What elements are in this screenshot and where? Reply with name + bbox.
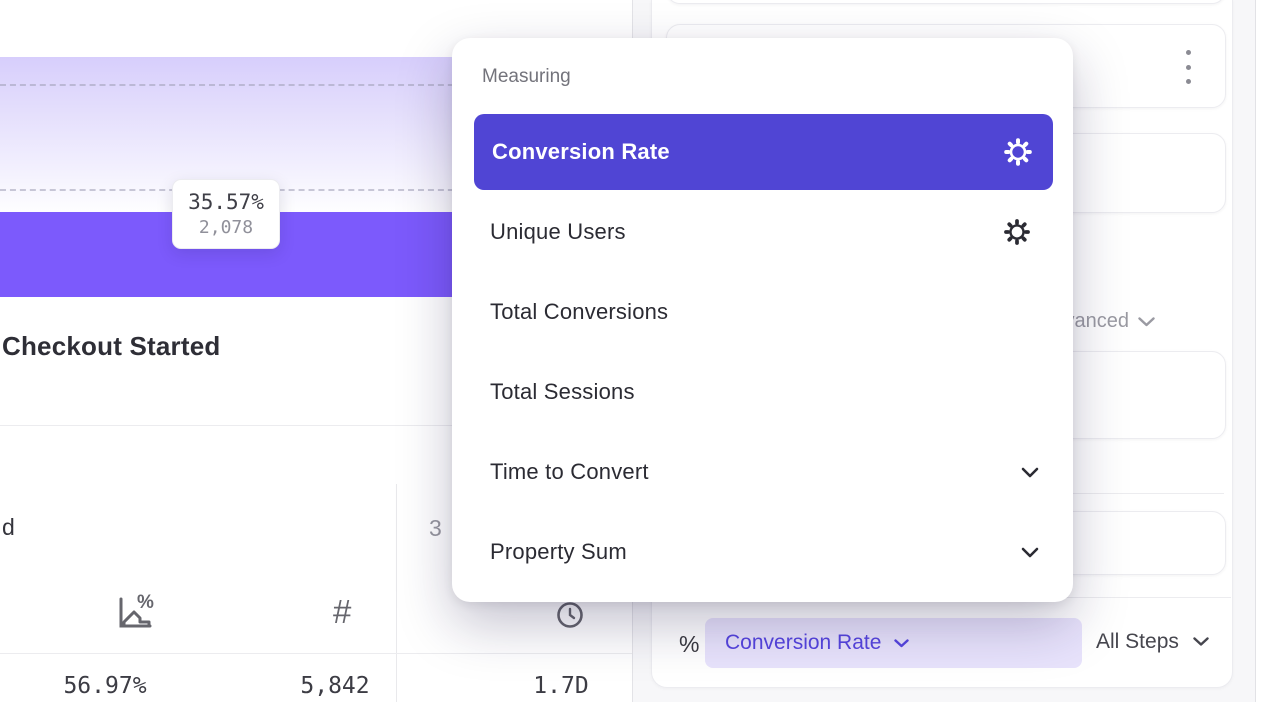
menu-item-label: Time to Convert <box>490 459 649 485</box>
svg-text:%: % <box>137 592 154 613</box>
menu-item-unique-users[interactable]: Unique Users <box>452 192 1073 272</box>
table-row-divider <box>0 653 633 654</box>
measuring-chip-label: Conversion Rate <box>725 631 881 655</box>
inspector-card-top <box>666 0 1226 4</box>
chevron-down-icon <box>894 639 909 648</box>
menu-item-time-to-convert[interactable]: Time to Convert <box>452 432 1073 512</box>
menu-item-total-conversions[interactable]: Total Conversions <box>452 272 1073 352</box>
all-steps-label: All Steps <box>1096 630 1179 654</box>
gear-icon[interactable] <box>1003 218 1031 246</box>
metric-conversion-rate-value: 56.97% <box>63 673 146 699</box>
table-step-number: 3 <box>429 515 442 542</box>
hash-icon: # <box>333 593 351 631</box>
menu-item-label: Total Sessions <box>490 379 635 405</box>
tooltip-count: 2,078 <box>199 217 253 238</box>
funnel-report-screen: 35.57% 2,078 Checkout Started d 3 % # 56… <box>0 0 1270 702</box>
clock-icon <box>556 601 584 629</box>
measuring-heading: Measuring <box>482 66 571 88</box>
chart-tooltip: 35.57% 2,078 <box>172 179 280 249</box>
menu-item-label: Conversion Rate <box>492 139 670 165</box>
tooltip-conversion-rate: 35.57% <box>188 190 264 214</box>
chevron-down-icon <box>1021 547 1039 558</box>
conversion-rate-icon: % <box>110 589 156 635</box>
measuring-chip[interactable]: Conversion Rate <box>705 618 1082 668</box>
chevron-down-icon <box>1193 637 1209 647</box>
menu-item-conversion-rate[interactable]: Conversion Rate <box>474 114 1053 190</box>
menu-item-label: Total Conversions <box>490 299 668 325</box>
chevron-down-icon <box>1021 467 1039 478</box>
gear-icon[interactable] <box>1003 137 1033 167</box>
kebab-menu-icon[interactable] <box>1181 50 1195 84</box>
window-edge <box>1256 0 1270 702</box>
menu-item-label: Property Sum <box>490 539 627 565</box>
metric-count-value: 5,842 <box>300 673 369 699</box>
format-symbol: % <box>679 631 699 658</box>
all-steps-dropdown[interactable]: All Steps <box>1096 630 1209 654</box>
menu-item-property-sum[interactable]: Property Sum <box>452 512 1073 592</box>
table-column-divider <box>396 484 397 702</box>
table-step-label-partial: d <box>2 514 15 541</box>
metric-time-to-convert-value: 1.7D <box>533 673 588 699</box>
menu-item-total-sessions[interactable]: Total Sessions <box>452 352 1073 432</box>
chevron-down-icon <box>1138 317 1155 327</box>
menu-item-label: Unique Users <box>490 219 626 245</box>
funnel-step-title: Checkout Started <box>2 331 220 362</box>
